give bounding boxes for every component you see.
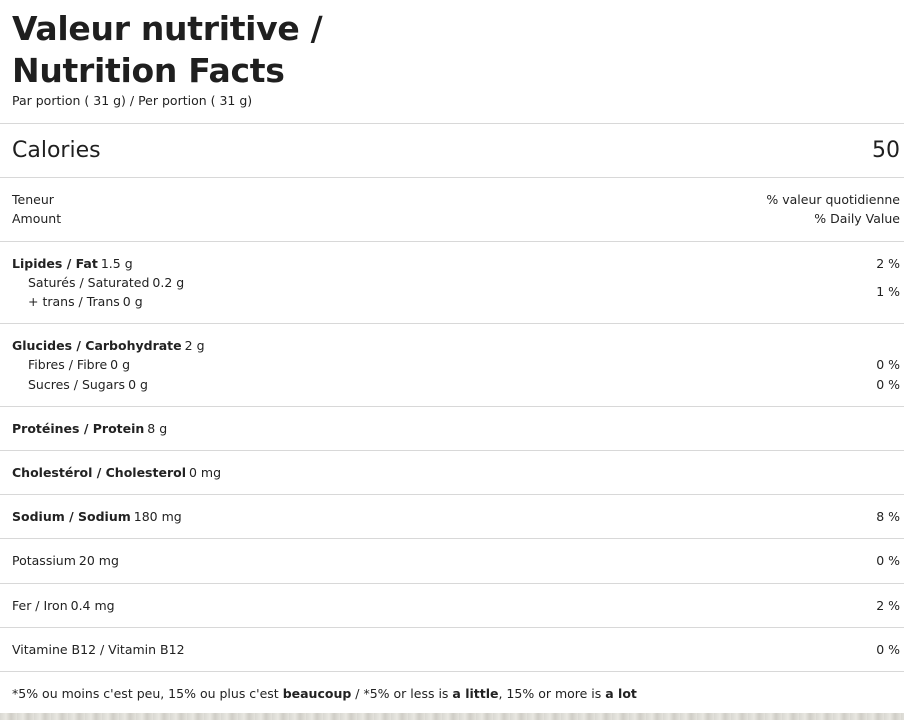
title-french: Valeur nutritive / [12, 9, 323, 48]
footnote-text: , 15% or more is [498, 686, 606, 701]
nutrient-row-cholesterol: Cholestérol / Cholesterol 0 mg [12, 463, 900, 482]
nutrient-row-fibre: Fibres / Fibre 0 g 0 % [12, 355, 900, 374]
daily-value-footnote: *5% ou moins c'est peu, 15% ou plus c'es… [12, 684, 637, 703]
nutrient-name: Fer / Iron [12, 598, 68, 613]
nutrient-name: Lipides / Fat [12, 256, 98, 271]
amount-header-fr: Teneur [12, 192, 54, 207]
calories-value: 50 [872, 138, 900, 163]
nutrient-daily-value: 8 % [876, 509, 900, 524]
nutrient-row-trans: + trans / Trans 0 g [12, 292, 900, 311]
nutrient-amount: 1.5 g [100, 256, 133, 271]
nutrient-row-carbohydrate: Glucides / Carbohydrate 2 g [12, 336, 900, 355]
nutrient-name: Sucres / Sugars [28, 377, 126, 392]
nutrient-name: + trans / Trans [28, 294, 120, 309]
nutrient-name: Fibres / Fibre [28, 357, 108, 372]
divider [0, 583, 904, 584]
nutrient-name: Glucides / Carbohydrate [12, 338, 182, 353]
nutrient-name: Vitamine B12 / Vitamin B12 [12, 642, 185, 657]
daily-value-header-en: % Daily Value [814, 211, 900, 226]
divider [0, 627, 904, 628]
amount-header-en: Amount [12, 211, 62, 226]
nutrient-row-saturated: Saturés / Saturated 0.2 g 1 % [12, 273, 900, 299]
nutrient-row-protein: Protéines / Protein 8 g [12, 419, 900, 438]
daily-value-header-fr: % valeur quotidienne [766, 192, 900, 207]
divider [0, 323, 904, 324]
footnote-separator: / [351, 686, 364, 701]
divider [0, 494, 904, 495]
nutrient-amount: 8 g [147, 421, 168, 436]
calories-label: Calories [12, 138, 101, 163]
nutrient-daily-value: 0 % [876, 357, 900, 372]
nutrient-row-sugars: Sucres / Sugars 0 g 0 % [12, 375, 900, 394]
nutrient-row-potassium: Potassium 20 mg 0 % [12, 551, 900, 570]
title-english: Nutrition Facts [12, 51, 285, 90]
nutrient-daily-value: 0 % [876, 642, 900, 657]
footnote-text: *5% or less is [363, 686, 453, 701]
nutrient-name: Cholestérol / Cholesterol [12, 465, 186, 480]
nutrient-daily-value: 0 % [876, 553, 900, 568]
footnote-emphasis: beaucoup [282, 686, 352, 701]
page-title: Valeur nutritive / Nutrition Facts [12, 8, 323, 92]
nutrient-amount: 0.4 mg [70, 598, 115, 613]
nutrient-amount: 0.2 g [152, 275, 185, 290]
footnote-emphasis: a lot [605, 686, 637, 701]
nutrient-amount: 180 mg [133, 509, 182, 524]
background-texture-strip [0, 713, 904, 720]
nutrient-name: Sodium / Sodium [12, 509, 131, 524]
nutrient-amount: 0 g [128, 377, 148, 392]
nutrient-amount: 0 g [110, 357, 131, 372]
nutrient-daily-value: 2 % [876, 256, 900, 271]
nutrient-name: Potassium [12, 553, 76, 568]
nutrient-amount: 20 mg [78, 553, 119, 568]
nutrient-amount: 0 g [122, 294, 143, 309]
divider [0, 538, 904, 539]
divider [0, 123, 904, 124]
divider [0, 406, 904, 407]
footnote-emphasis: a little [452, 686, 499, 701]
nutrient-row-vitamin-b12: Vitamine B12 / Vitamin B12 0 % [12, 640, 900, 659]
divider [0, 241, 904, 242]
footnote-text: *5% ou moins c'est peu, 15% ou plus c'es… [12, 686, 283, 701]
divider [0, 177, 904, 178]
nutrition-facts-panel: Valeur nutritive / Nutrition Facts Par p… [0, 0, 904, 720]
amount-header: Teneur Amount [12, 190, 61, 228]
nutrient-row-sodium: Sodium / Sodium 180 mg 8 % [12, 507, 900, 526]
nutrient-row-fat: Lipides / Fat 1.5 g 2 % [12, 254, 900, 273]
divider [0, 450, 904, 451]
nutrient-name: Protéines / Protein [12, 421, 145, 436]
daily-value-header: % valeur quotidienne % Daily Value [766, 190, 900, 228]
serving-size: Par portion ( 31 g) / Per portion ( 31 g… [12, 93, 253, 108]
divider [0, 671, 904, 672]
nutrient-amount: 0 mg [188, 465, 222, 480]
nutrient-daily-value: 2 % [876, 598, 900, 613]
nutrient-amount: 2 g [184, 338, 205, 353]
nutrient-row-iron: Fer / Iron 0.4 mg 2 % [12, 596, 900, 615]
nutrient-name: Saturés / Saturated [28, 275, 150, 290]
nutrient-daily-value: 0 % [876, 377, 900, 392]
